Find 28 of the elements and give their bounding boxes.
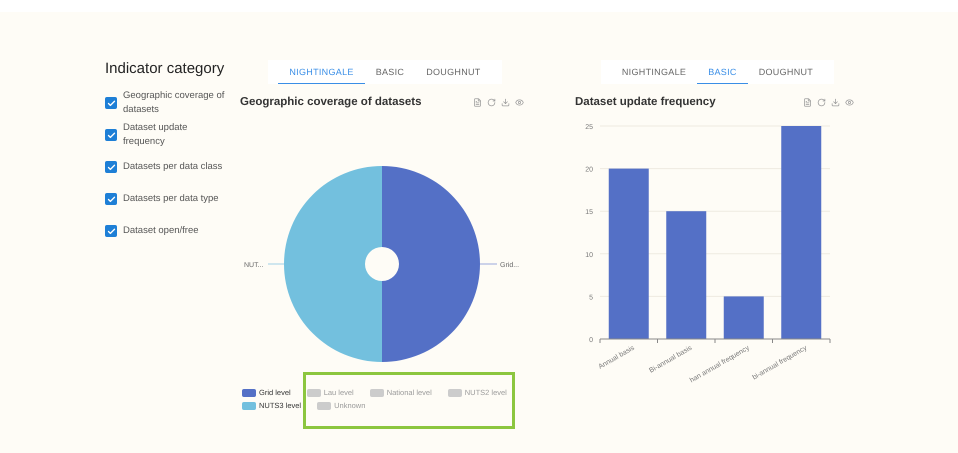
download-icon[interactable] (831, 98, 840, 106)
checkbox[interactable] (105, 193, 117, 205)
checkbox-label: Datasets per data class (123, 160, 224, 174)
sidebar-title: Indicator category (105, 60, 226, 77)
bar (724, 296, 764, 339)
checkbox[interactable] (105, 225, 117, 237)
chart-tab[interactable]: BASIC (364, 60, 416, 84)
checkbox[interactable] (105, 161, 117, 173)
chart-tab[interactable]: DOUGHNUT (748, 60, 824, 84)
checkbox[interactable] (105, 97, 117, 109)
checkbox-label: Dataset update frequency (123, 121, 188, 149)
checkbox-label: Geographic coverage of datasets (123, 89, 226, 117)
checkbox-label: Datasets per data type (123, 192, 220, 206)
document-icon[interactable] (473, 98, 482, 106)
chart-tab[interactable]: BASIC (697, 60, 748, 84)
document-icon[interactable] (803, 98, 812, 106)
eye-icon[interactable] (515, 98, 524, 106)
checkbox[interactable] (105, 129, 117, 141)
chart-title: Geographic coverage of datasets (240, 96, 422, 108)
chart-title: Dataset update frequency (575, 96, 716, 108)
eye-icon[interactable] (845, 98, 854, 106)
refresh-icon[interactable] (487, 98, 496, 106)
chart-tab[interactable]: NIGHTINGALE (278, 60, 365, 84)
chart-tab[interactable]: NIGHTINGALE (610, 60, 698, 84)
checkbox-label: Dataset open/free (123, 224, 200, 238)
refresh-icon[interactable] (817, 98, 826, 106)
download-icon[interactable] (501, 98, 510, 106)
chart-tab[interactable]: DOUGHNUT (415, 60, 492, 84)
